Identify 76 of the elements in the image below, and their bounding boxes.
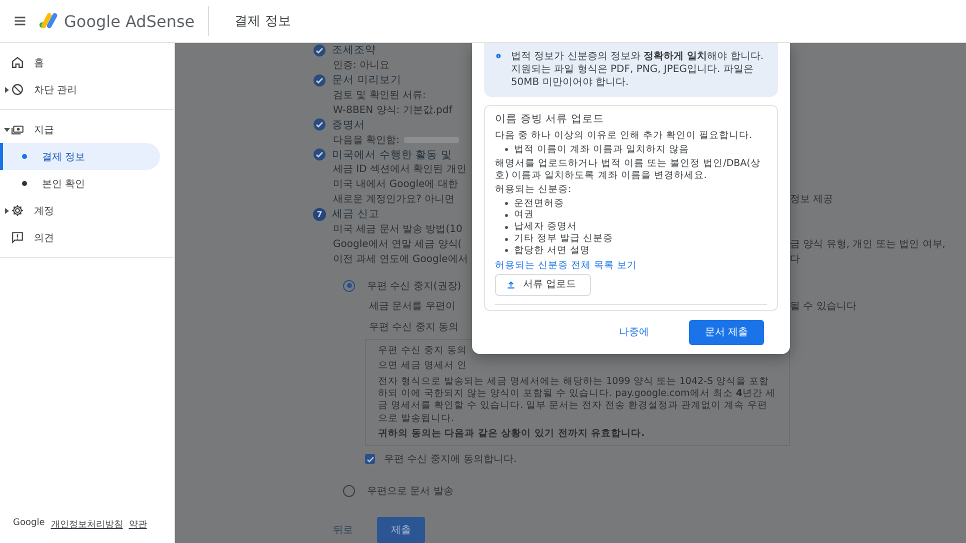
home-icon — [11, 56, 24, 69]
nav-item[interactable]: 지급 — [11, 116, 54, 143]
body-text: 금 양식 유형, 개인 또는 법인 여부, — [790, 238, 946, 251]
body-text: 미국 세금 문서 발송 방법(10 — [333, 224, 462, 235]
expand-arrow-icon[interactable] — [4, 128, 10, 132]
body-text: 인증: 아니요 — [333, 60, 390, 72]
card-title: 이름 증빙 서류 업로드 — [495, 113, 606, 126]
check-icon — [366, 454, 374, 464]
step-title: 증명서 — [332, 118, 365, 132]
id-list-link[interactable]: 허용되는 신분증 전체 목록 보기 — [495, 260, 638, 272]
product-name: Google AdSense — [64, 12, 195, 30]
option-label: 우편으로 문서 발송 — [367, 484, 454, 498]
submit-documents-button[interactable]: 문서 제출 — [688, 320, 764, 346]
step-title: 문서 미리보기 — [332, 73, 402, 88]
list-item: 기타 정부 발급 신분증 — [505, 233, 767, 245]
checkbox-label: 우편 수신 중지에 동의합니다. — [384, 453, 517, 466]
body-text: Google에서 연말 세금 양식( — [333, 238, 462, 250]
body-text: 다음을 확인함: — [333, 134, 400, 146]
nav-item[interactable]: 계정 — [11, 197, 54, 224]
expand-arrow-icon[interactable] — [5, 208, 9, 214]
menu-icon[interactable] — [13, 14, 27, 28]
step-number: 7 — [313, 208, 326, 221]
footer-link[interactable]: 약관 — [128, 518, 147, 531]
feedback-icon — [11, 231, 24, 244]
body-text: 새로운 계정인가요? 아니면 — [333, 194, 455, 206]
list-item: 법적 이름이 계좌 이름과 일치하지 않음 — [505, 144, 767, 156]
info-text: 법적 정보가 신분증의 정보와 정확하게 일치해야 합니다. 지원되는 파일 형식은 PDF, PNG, JPEG입니다. 파일은 50MB 미만이어야 합니다. — [510, 50, 764, 89]
nav-item[interactable]: 홈 — [11, 49, 44, 76]
payments-icon — [11, 123, 24, 136]
check-circle-icon — [313, 148, 326, 162]
body-text: 검토 및 확인된 서류: — [333, 90, 426, 102]
consent-heading: 우편 수신 중지 동의 — [369, 322, 459, 333]
step-title: 세금 신고 — [332, 207, 380, 222]
radio-button[interactable] — [343, 280, 355, 292]
consent-text: 으면 세금 명세서 인 — [378, 360, 468, 373]
radio-button[interactable] — [343, 484, 355, 497]
step-title: 미국에서 수행한 활동 및 — [332, 148, 452, 162]
body-text: W-8BEN 양식: 기본값.pdf — [333, 104, 452, 116]
list-item: 납세자 증명서 — [505, 221, 767, 234]
consent-paragraph: 전자 형식으로 발송되는 세금 명세서에는 해당하는 1099 양식 또는 1042-S 양식을 포함하되 이에 국한되지 않는 양식이 포함될 수 있습니다. pay.google.com에서 최소 4년간 세금 명세서를 확인할 수 있습니다. 일부 문서는 전자 전송 환경설정과 관계없이 계속 우편으로 발송됩니다. — [378, 376, 776, 426]
check-circle-icon — [313, 118, 326, 132]
expand-arrow-icon[interactable] — [5, 86, 9, 92]
body-text: 세금 문서를 우편이 — [369, 301, 456, 312]
gear-icon — [11, 204, 24, 217]
later-button[interactable]: 나중에 — [618, 326, 649, 340]
upload-icon — [506, 280, 516, 290]
body-text: 미국 내에서 Google에 대한 — [333, 179, 458, 190]
logo-icon — [39, 13, 58, 29]
block-icon — [11, 83, 24, 96]
footer-link[interactable]: 개인정보처리방침 — [50, 518, 123, 531]
consent-text: 우편 수신 중지 동의 — [378, 345, 468, 358]
list-item: 여권 — [505, 209, 767, 222]
consent-note: 귀하의 동의는 다음과 같은 상황이 있기 전까지 유효합니다. — [378, 428, 646, 440]
list-item: 합당한 서면 설명 — [505, 245, 767, 257]
body-text: 정보 제공 — [790, 193, 834, 206]
upload-button[interactable]: 서류 업로드 — [495, 274, 592, 296]
submit-button[interactable]: 제출 — [377, 516, 425, 543]
body-text: 될 수 있습니다 — [790, 300, 858, 314]
card-text: 다음 중 하나 이상의 이유로 인해 추가 확인이 필요합니다. — [495, 130, 754, 142]
footer-brand: Google — [13, 518, 45, 530]
card-text: 허용되는 신분증: — [495, 184, 572, 196]
nav-item[interactable]: 의견 — [11, 224, 54, 251]
nav-item[interactable]: 차단 관리 — [11, 76, 78, 103]
list-item: 운전면허증 — [505, 198, 767, 210]
nav-subitem[interactable]: 본인 확인 — [0, 170, 160, 197]
check-circle-icon — [313, 74, 326, 87]
option-label: 우편 수신 중지(권장) — [367, 280, 462, 293]
body-text: 세금 ID 섹션에서 확인된 개인 — [333, 164, 466, 176]
card-text: 해명서를 업로드하거나 법적 이름 또는 불인정 법인/DBA(상호) 이름과 일치하도록 계좌 이름을 변경하세요. — [495, 158, 762, 182]
body-text: 이전 과세 연도에 Google에서 — [333, 254, 468, 265]
page-title: 결제 정보 — [234, 13, 291, 30]
checkbox[interactable] — [365, 454, 375, 464]
step-title: 조세조약 — [332, 43, 376, 58]
body-text: 다 — [790, 252, 801, 266]
nav-subitem[interactable]: 결제 정보 — [0, 143, 160, 170]
check-circle-icon — [313, 44, 326, 57]
